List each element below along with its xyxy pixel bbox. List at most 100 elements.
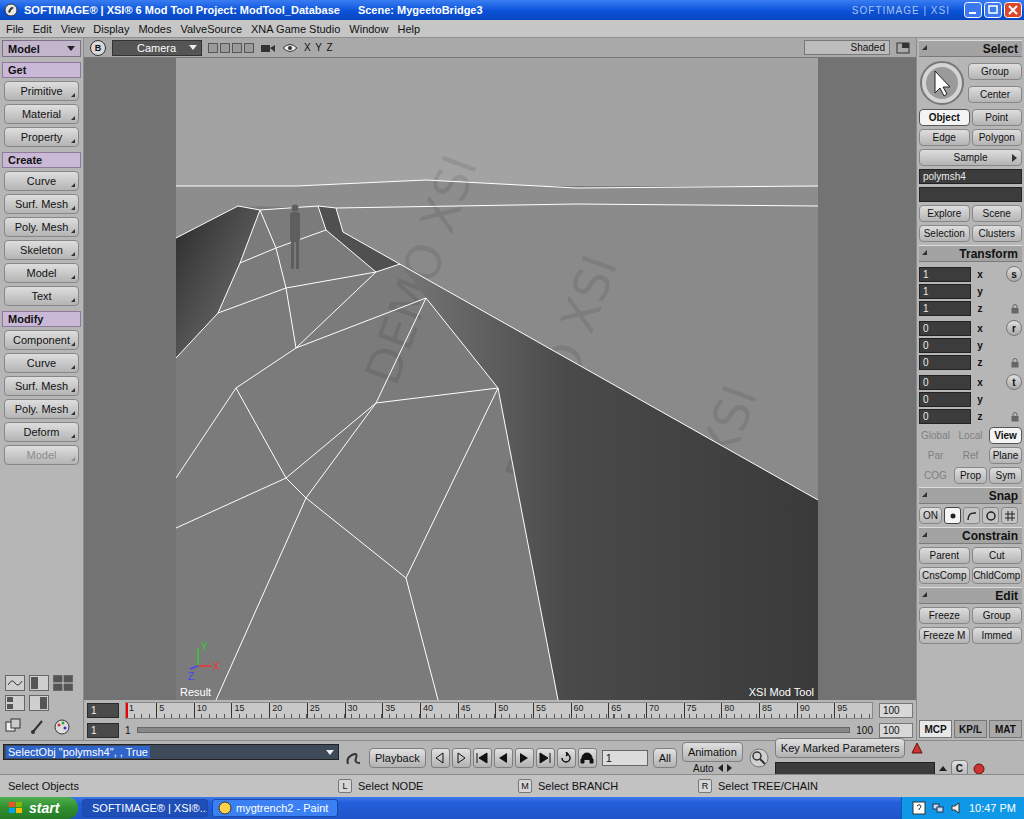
- select-button[interactable]: Group: [968, 63, 1022, 80]
- select-button[interactable]: Center: [968, 86, 1022, 103]
- snap-mode-button[interactable]: [944, 507, 961, 524]
- menu-item[interactable]: Display: [93, 23, 129, 35]
- transform-option[interactable]: Sym: [989, 467, 1022, 484]
- selection-field-2[interactable]: [919, 187, 1022, 202]
- layout-quad-icon[interactable]: [53, 675, 73, 691]
- axis-button[interactable]: z: [974, 303, 986, 314]
- explorer-button[interactable]: Clusters: [972, 225, 1023, 242]
- menu-item[interactable]: Modes: [138, 23, 171, 35]
- constrain-button[interactable]: ChldComp: [972, 567, 1023, 584]
- toggle-box[interactable]: [232, 43, 242, 53]
- constrain-header[interactable]: Constrain: [919, 527, 1022, 544]
- toggle-box[interactable]: [220, 43, 230, 53]
- previous-key-icon[interactable]: [718, 764, 723, 772]
- sample-button[interactable]: Sample: [919, 149, 1022, 166]
- explorer-button[interactable]: Explore: [919, 205, 970, 222]
- script-editor-icon[interactable]: [344, 749, 364, 767]
- toggle-box[interactable]: [244, 43, 254, 53]
- constrain-button[interactable]: Cut: [972, 547, 1023, 564]
- transform-option[interactable]: View: [989, 427, 1022, 444]
- view-letter-button[interactable]: B: [90, 40, 106, 56]
- filter-button[interactable]: Polygon: [972, 129, 1023, 146]
- toolbar-button[interactable]: Material: [4, 104, 79, 124]
- transform-value-field[interactable]: 0: [919, 338, 971, 353]
- edit-button[interactable]: Group: [972, 607, 1023, 624]
- explorer-button[interactable]: Scene: [972, 205, 1023, 222]
- panel-tab[interactable]: MAT: [989, 720, 1022, 738]
- history-dropdown-icon[interactable]: [326, 750, 334, 755]
- current-frame-field[interactable]: 1: [87, 703, 119, 718]
- taskbar-button[interactable]: SOFTIMAGE® | XSI®...: [82, 799, 208, 817]
- axis-button[interactable]: y: [974, 286, 986, 297]
- snap-mode-button[interactable]: [1001, 507, 1018, 524]
- axis-button[interactable]: y: [974, 394, 986, 405]
- key-set-icon[interactable]: [909, 741, 925, 755]
- key-icon[interactable]: [748, 747, 770, 769]
- next-key-icon[interactable]: [727, 764, 732, 772]
- network-icon[interactable]: [931, 801, 945, 815]
- menu-item[interactable]: Edit: [33, 23, 52, 35]
- volume-icon[interactable]: [950, 801, 964, 815]
- minimize-icon[interactable]: [964, 2, 982, 18]
- toolbar-button[interactable]: Surf. Mesh: [4, 194, 79, 214]
- eye-icon[interactable]: [282, 42, 298, 54]
- lock-icon[interactable]: [1011, 358, 1019, 368]
- toolbar-button[interactable]: Model: [4, 263, 79, 283]
- transport-button[interactable]: [515, 748, 534, 768]
- snap-mode-button[interactable]: [963, 507, 980, 524]
- axis-button[interactable]: x: [974, 269, 986, 280]
- toolbar-button[interactable]: Poly. Mesh: [4, 399, 79, 419]
- menu-item[interactable]: Help: [397, 23, 420, 35]
- transport-button[interactable]: [431, 748, 450, 768]
- transport-button[interactable]: [452, 748, 471, 768]
- menu-item[interactable]: File: [6, 23, 24, 35]
- explorer-button[interactable]: Selection: [919, 225, 970, 242]
- edit-button[interactable]: Freeze: [919, 607, 970, 624]
- layout-split-icon[interactable]: [29, 675, 49, 691]
- auto-key-label[interactable]: Auto: [693, 763, 714, 774]
- keying-dropdown-icon[interactable]: [939, 766, 947, 771]
- range-start-field[interactable]: 1: [87, 723, 119, 738]
- panel-tab[interactable]: KP/L: [954, 720, 987, 738]
- transform-value-field[interactable]: 1: [919, 301, 971, 316]
- transform-tool-button[interactable]: s: [1006, 266, 1022, 282]
- frame-field[interactable]: 1: [602, 750, 648, 766]
- maximize-view-icon[interactable]: [896, 42, 910, 54]
- toolbar-button[interactable]: Curve: [4, 353, 79, 373]
- transform-header[interactable]: Transform: [919, 245, 1022, 262]
- axis-button[interactable]: y: [974, 340, 986, 351]
- edit-header[interactable]: Edit: [919, 587, 1022, 604]
- transform-value-field[interactable]: 0: [919, 392, 971, 407]
- command-line[interactable]: SelectObj "polymsh4", , True: [3, 744, 339, 760]
- transport-button[interactable]: [557, 748, 576, 768]
- toolbar-button[interactable]: Primitive: [4, 81, 79, 101]
- transform-value-field[interactable]: 0: [919, 375, 971, 390]
- snap-mode-button[interactable]: [982, 507, 999, 524]
- transform-value-field[interactable]: 0: [919, 355, 971, 370]
- transform-value-field[interactable]: 0: [919, 321, 971, 336]
- 3d-canvas[interactable]: DEMO XSIDEMO XSIDEMO XSIYXZResultXSI Mod…: [176, 58, 818, 700]
- shading-dropdown[interactable]: Shaded: [804, 40, 890, 55]
- menu-item[interactable]: XNA Game Studio: [251, 23, 340, 35]
- edit-button[interactable]: Immed: [972, 627, 1023, 644]
- transport-button[interactable]: [578, 748, 597, 768]
- filter-button[interactable]: Point: [972, 109, 1023, 126]
- camera-icon[interactable]: [260, 42, 276, 54]
- transform-tool-button[interactable]: r: [1006, 320, 1022, 336]
- layout-left-icon[interactable]: [5, 695, 25, 711]
- toolbar-button[interactable]: Property: [4, 127, 79, 147]
- maximize-icon[interactable]: [984, 2, 1002, 18]
- axis-button[interactable]: x: [974, 377, 986, 388]
- transform-value-field[interactable]: 1: [919, 284, 971, 299]
- help-icon[interactable]: [912, 801, 926, 815]
- transform-option[interactable]: Prop: [954, 467, 987, 484]
- toolbar-button[interactable]: Poly. Mesh: [4, 217, 79, 237]
- range-slider[interactable]: 1100: [125, 725, 873, 736]
- menu-item[interactable]: View: [61, 23, 85, 35]
- toolbar-button[interactable]: Component: [4, 330, 79, 350]
- toggle-box[interactable]: [208, 43, 218, 53]
- close-icon[interactable]: [1004, 2, 1022, 18]
- axis-button[interactable]: z: [974, 411, 986, 422]
- axes-label[interactable]: X Y Z: [304, 42, 334, 53]
- menu-item[interactable]: Window: [349, 23, 388, 35]
